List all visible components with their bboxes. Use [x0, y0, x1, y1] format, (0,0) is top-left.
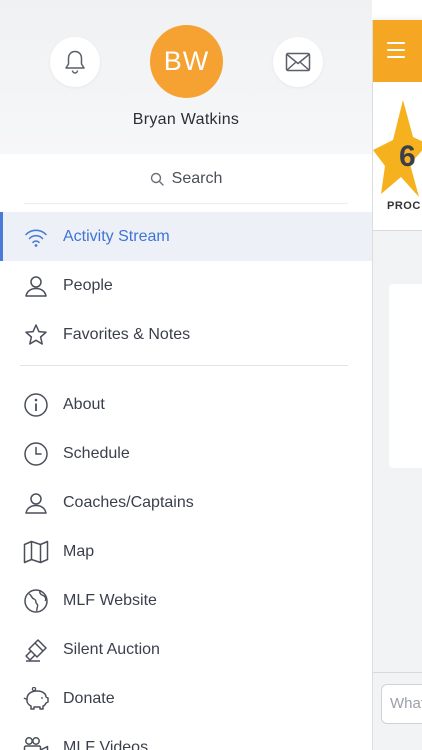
gavel-icon: [22, 636, 50, 664]
piggy-bank-icon: [22, 685, 50, 713]
hamburger-menu-icon[interactable]: [387, 42, 405, 58]
primary-menu: Activity Stream People Favorites & Notes: [0, 204, 372, 359]
menu-label: About: [63, 395, 105, 413]
nav-drawer: BW Bryan Watkins Search Activity Stream …: [0, 0, 372, 750]
menu-item-activity-stream[interactable]: Activity Stream: [0, 212, 372, 261]
menu-item-map[interactable]: Map: [0, 527, 372, 576]
main-content-peek[interactable]: 6 PROC What: [372, 20, 422, 750]
user-name: Bryan Watkins: [132, 111, 240, 128]
search-label: Search: [171, 169, 223, 187]
menu-item-mlf-website[interactable]: MLF Website: [0, 576, 372, 625]
menu-label: Silent Auction: [63, 640, 160, 658]
person-icon: [22, 272, 50, 300]
app-screen: 6 PROC What BW Bryan Watkins Search Acti…: [0, 0, 422, 750]
info-icon: [22, 391, 50, 419]
profile-header: BW Bryan Watkins: [0, 0, 372, 154]
footer-divider: [373, 672, 422, 673]
avatar[interactable]: BW: [150, 25, 223, 98]
content-card[interactable]: [389, 284, 422, 468]
menu-item-people[interactable]: People: [0, 261, 372, 310]
search-field[interactable]: Search: [24, 154, 348, 204]
clock-icon: [22, 440, 50, 468]
menu-item-donate[interactable]: Donate: [0, 674, 372, 723]
person-icon: [22, 489, 50, 517]
search-icon: [150, 172, 164, 186]
menu-label: Donate: [63, 689, 115, 707]
logo-digit: 6: [399, 140, 416, 173]
mail-icon: [285, 52, 311, 72]
menu-item-favorites-notes[interactable]: Favorites & Notes: [0, 310, 372, 359]
wifi-icon: [22, 223, 50, 251]
menu-label: MLF Videos: [63, 738, 149, 750]
notifications-button[interactable]: [50, 37, 100, 87]
menu-label: Schedule: [63, 444, 130, 462]
globe-icon: [22, 587, 50, 615]
menu-label: Map: [63, 542, 95, 560]
messages-button[interactable]: [273, 37, 323, 87]
menu-label: Favorites & Notes: [63, 325, 191, 343]
main-top-bar: [373, 20, 422, 82]
menu-item-coaches-captains[interactable]: Coaches/Captains: [0, 478, 372, 527]
menu-item-schedule[interactable]: Schedule: [0, 429, 372, 478]
menu-divider: [20, 365, 348, 366]
bell-icon: [65, 50, 85, 74]
menu-label: Activity Stream: [63, 227, 170, 245]
menu-item-about[interactable]: About: [0, 380, 372, 429]
secondary-menu: About Schedule Coaches/Captains Map MLF …: [0, 380, 372, 750]
menu-item-mlf-videos[interactable]: MLF Videos: [0, 723, 372, 750]
video-camera-icon: [22, 734, 50, 750]
event-logo-banner: 6 PROC: [373, 82, 422, 231]
menu-item-silent-auction[interactable]: Silent Auction: [0, 625, 372, 674]
map-icon: [22, 538, 50, 566]
logo-text: PROC: [387, 200, 421, 212]
star-icon: [22, 321, 50, 349]
menu-label: MLF Website: [63, 591, 157, 609]
menu-label: People: [63, 276, 113, 294]
menu-label: Coaches/Captains: [63, 493, 194, 511]
post-input[interactable]: What: [381, 684, 422, 724]
